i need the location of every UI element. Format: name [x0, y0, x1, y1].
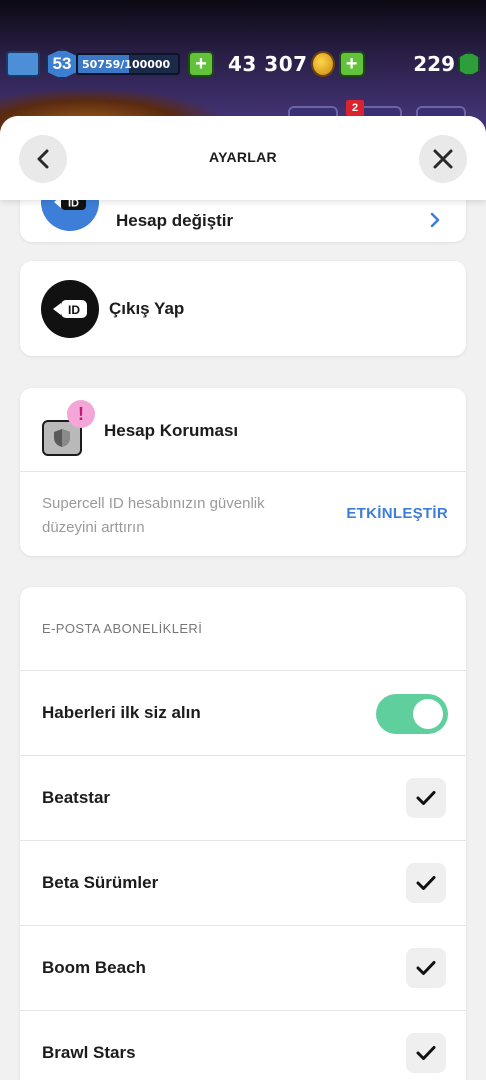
protection-description: Supercell ID hesabınızın güvenlik düzeyi…	[42, 495, 265, 536]
id-badge-icon: ID	[53, 300, 87, 318]
hud-top-bar: 53 50759/100000 + 43 307 + 229	[6, 46, 480, 82]
news-subscription-label: Haberleri ilk siz alın	[42, 703, 201, 722]
add-gems-button[interactable]: +	[338, 51, 365, 77]
switch-account-label: Hesap değiştir	[116, 211, 234, 230]
xp-text: 50759/100000	[82, 58, 171, 71]
subscription-checkbox[interactable]	[406, 1033, 446, 1073]
gold-amount: 43 307	[228, 52, 308, 76]
gem-icon	[458, 52, 480, 76]
close-icon	[433, 149, 453, 169]
enable-protection-link[interactable]: ETKİNLEŞTİR	[346, 505, 448, 522]
xp-bar: 50759/100000	[76, 53, 180, 75]
logout-row[interactable]: ID Çıkış Yap	[20, 261, 466, 356]
gem-amount: 229	[413, 52, 455, 76]
subscription-label: Beatstar	[42, 788, 111, 807]
alert-icon: !	[67, 400, 95, 428]
checkmark-icon	[416, 961, 436, 975]
news-toggle[interactable]	[376, 694, 448, 734]
notification-badge: 2	[346, 100, 364, 116]
email-subscriptions-card: E-POSTA ABONELİKLERİ Haberleri ilk siz a…	[20, 587, 466, 1080]
checkmark-icon	[416, 791, 436, 805]
trophy-icon	[6, 51, 40, 77]
close-button[interactable]	[419, 135, 467, 183]
account-protection-card: ! Hesap Koruması Supercell ID hesabınızı…	[20, 388, 466, 556]
subscription-label: Boom Beach	[42, 958, 146, 977]
page-title: AYARLAR	[209, 149, 277, 165]
checkmark-icon	[416, 1046, 436, 1060]
subscription-row: Brawl Stars	[20, 1011, 466, 1080]
subscription-checkbox[interactable]	[406, 948, 446, 988]
svg-text:ID: ID	[68, 303, 80, 317]
news-subscription-row: Haberleri ilk siz alın	[20, 671, 466, 756]
subscription-label: Beta Sürümler	[42, 873, 159, 892]
section-title: E-POSTA ABONELİKLERİ	[42, 621, 203, 636]
subscription-label: Brawl Stars	[42, 1043, 136, 1062]
subscription-checkbox[interactable]	[406, 778, 446, 818]
settings-header: AYARLAR	[0, 116, 486, 200]
toggle-knob	[413, 699, 443, 729]
player-level: 53	[46, 49, 78, 79]
divider	[20, 471, 466, 472]
subscription-row: Beta Sürümler	[20, 841, 466, 926]
checkmark-icon	[416, 876, 436, 890]
protection-title: Hesap Koruması	[104, 421, 239, 440]
settings-sheet: AYARLAR ID Hesap değiştir ID Çıkış Yap !…	[0, 116, 486, 1080]
subscription-checkbox[interactable]	[406, 863, 446, 903]
logout-icon: ID	[41, 280, 99, 338]
coin-icon	[310, 51, 335, 77]
subscription-row: Boom Beach	[20, 926, 466, 1011]
logout-label: Çıkış Yap	[109, 299, 185, 318]
add-gold-button[interactable]: +	[188, 51, 214, 77]
chevron-right-icon	[430, 212, 440, 228]
subscription-row: Beatstar	[20, 756, 466, 841]
